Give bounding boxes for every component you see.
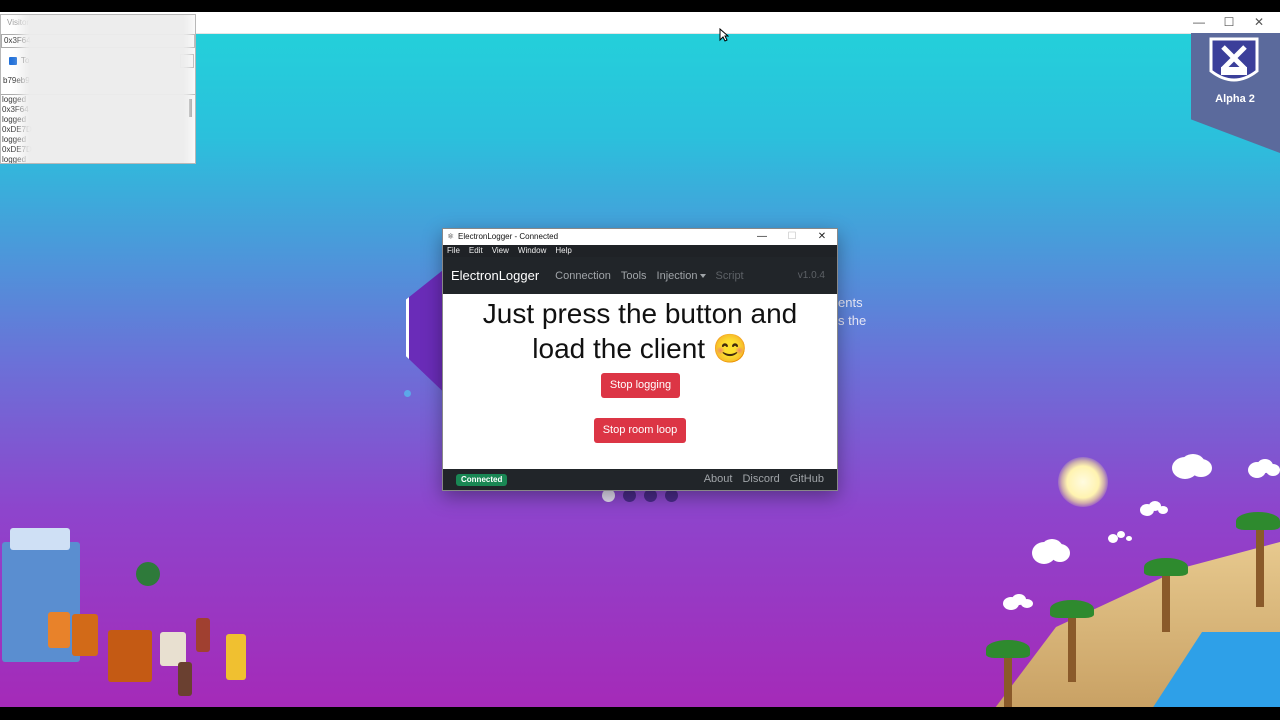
nav-injection-dropdown[interactable]: Injection xyxy=(657,270,706,282)
electronlogger-window: ⚛ ElectronLogger - Connected — ☐ ✕ File … xyxy=(442,228,838,491)
visitor-log-scrollbar[interactable] xyxy=(189,99,192,117)
sun-graphic xyxy=(1058,457,1108,507)
cloud-graphic xyxy=(1108,534,1118,543)
crate-graphic xyxy=(108,630,152,682)
github-link[interactable]: GitHub xyxy=(790,469,824,490)
maximize-icon[interactable]: ☐ xyxy=(1214,12,1244,33)
cloud-graphic xyxy=(1248,462,1266,478)
app-footer: Connected About Discord GitHub xyxy=(443,469,837,490)
palm-tree-graphic xyxy=(1256,527,1264,607)
palm-leaves-graphic xyxy=(1050,600,1094,618)
background-text: ents s the xyxy=(838,294,866,330)
cloud-graphic xyxy=(1003,597,1019,610)
minimize-icon[interactable]: — xyxy=(1184,12,1214,33)
nav-script[interactable]: Script xyxy=(716,270,744,282)
game-screen: — ☐ ✕ ents s the Alpha 2 Visitor 0x3F64 … xyxy=(0,12,1280,707)
mouse-cursor-icon xyxy=(719,28,729,42)
close-icon[interactable]: ✕ xyxy=(807,229,837,245)
statue-graphic xyxy=(160,632,186,666)
close-icon[interactable]: ✕ xyxy=(1244,12,1274,33)
minimize-icon[interactable]: — xyxy=(747,229,777,245)
heading-line1: Just press the button and xyxy=(482,298,798,329)
app-window-controls: — ☐ ✕ xyxy=(747,229,837,245)
app-navbar: ElectronLogger Connection Tools Injectio… xyxy=(443,257,837,294)
palm-leaves-graphic xyxy=(1144,558,1188,576)
alpha-badge[interactable]: Alpha 2 xyxy=(1191,33,1280,153)
crate-graphic xyxy=(72,614,98,656)
app-brand[interactable]: ElectronLogger xyxy=(451,268,539,283)
palm-tree-graphic xyxy=(1068,612,1076,682)
app-menubar: File Edit View Window Help xyxy=(443,245,837,257)
palm-tree-graphic xyxy=(1162,572,1170,632)
menu-view[interactable]: View xyxy=(492,245,509,257)
instruction-heading: Just press the button and load the clien… xyxy=(443,296,837,366)
status-badge: Connected xyxy=(456,474,508,486)
stop-room-loop-button[interactable]: Stop room loop xyxy=(594,418,686,443)
background-text-line1: ents xyxy=(838,295,863,310)
visitor-address: b79eb9 xyxy=(3,76,30,85)
menu-file[interactable]: File xyxy=(447,245,460,257)
palm-leaves-graphic xyxy=(986,640,1030,658)
stop-logging-button[interactable]: Stop logging xyxy=(601,373,680,398)
badge-label: Alpha 2 xyxy=(1215,93,1255,105)
app-content: Just press the button and load the clien… xyxy=(443,294,837,470)
menu-help[interactable]: Help xyxy=(555,245,571,257)
hotel-city-graphic xyxy=(0,522,340,707)
decor-dot xyxy=(404,390,411,397)
app-titlebar: ⚛ ElectronLogger - Connected — ☐ ✕ xyxy=(443,229,837,245)
host-window-controls: — ☐ ✕ xyxy=(1184,12,1274,33)
building-graphic xyxy=(10,528,70,550)
avatar-graphic xyxy=(178,662,192,696)
avatar-graphic xyxy=(196,618,210,652)
maximize-icon[interactable]: ☐ xyxy=(777,229,807,245)
app-icon: ⚛ xyxy=(447,232,455,241)
plant-graphic xyxy=(136,562,160,586)
crate-graphic xyxy=(48,612,70,648)
heading-line2: load the client 😊 xyxy=(532,333,748,364)
palm-leaves-graphic xyxy=(1236,512,1280,530)
menu-window[interactable]: Window xyxy=(518,245,546,257)
blurred-region xyxy=(29,15,184,163)
footer-links: About Discord GitHub xyxy=(704,469,824,490)
cloud-graphic xyxy=(1172,457,1198,479)
background-text-line2: s the xyxy=(838,313,867,328)
nav-tools[interactable]: Tools xyxy=(621,270,647,282)
nav-injection-label: Injection xyxy=(656,269,698,282)
app-title: ElectronLogger - Connected xyxy=(458,232,559,241)
cloud-graphic xyxy=(1032,542,1056,564)
palm-tree-graphic xyxy=(1004,652,1012,707)
app-version: v1.0.4 xyxy=(797,270,825,281)
visitor-checkbox[interactable] xyxy=(9,57,17,65)
shield-icon xyxy=(1209,37,1259,82)
nav-connection[interactable]: Connection xyxy=(555,270,611,282)
about-link[interactable]: About xyxy=(704,469,733,490)
menu-edit[interactable]: Edit xyxy=(469,245,483,257)
kiosk-graphic xyxy=(226,634,246,680)
visitor-window: Visitor 0x3F64 To b79eb9 logged 0x3F64 l… xyxy=(0,14,196,164)
discord-link[interactable]: Discord xyxy=(742,469,779,490)
caret-down-icon xyxy=(699,273,706,278)
cloud-graphic xyxy=(1140,504,1154,516)
